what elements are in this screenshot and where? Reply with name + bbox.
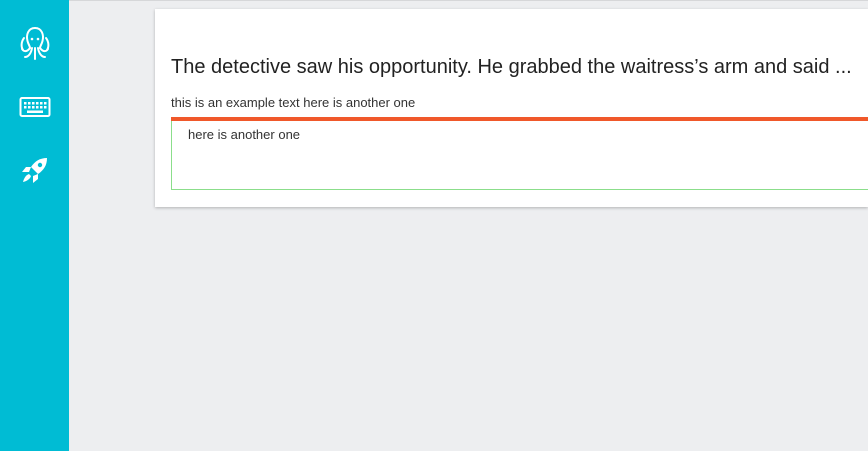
question-card: The detective saw his opportunity. He gr… [155, 9, 868, 207]
sidebar-item-launch[interactable] [0, 150, 69, 190]
app-window: The detective saw his opportunity. He gr… [0, 0, 868, 451]
answer-input-value: here is another one [188, 127, 301, 142]
card-title: The detective saw his opportunity. He gr… [171, 56, 852, 78]
top-divider [0, 0, 868, 1]
sidebar [0, 0, 69, 451]
example-text: this is an example text here is another … [171, 95, 416, 110]
sidebar-item-home[interactable] [0, 24, 69, 64]
answer-input[interactable]: here is another one [171, 121, 868, 190]
rocket-icon [20, 155, 50, 185]
keyboard-icon [19, 96, 51, 118]
sidebar-item-keyboard[interactable] [0, 87, 69, 127]
squid-logo-icon [15, 24, 55, 64]
